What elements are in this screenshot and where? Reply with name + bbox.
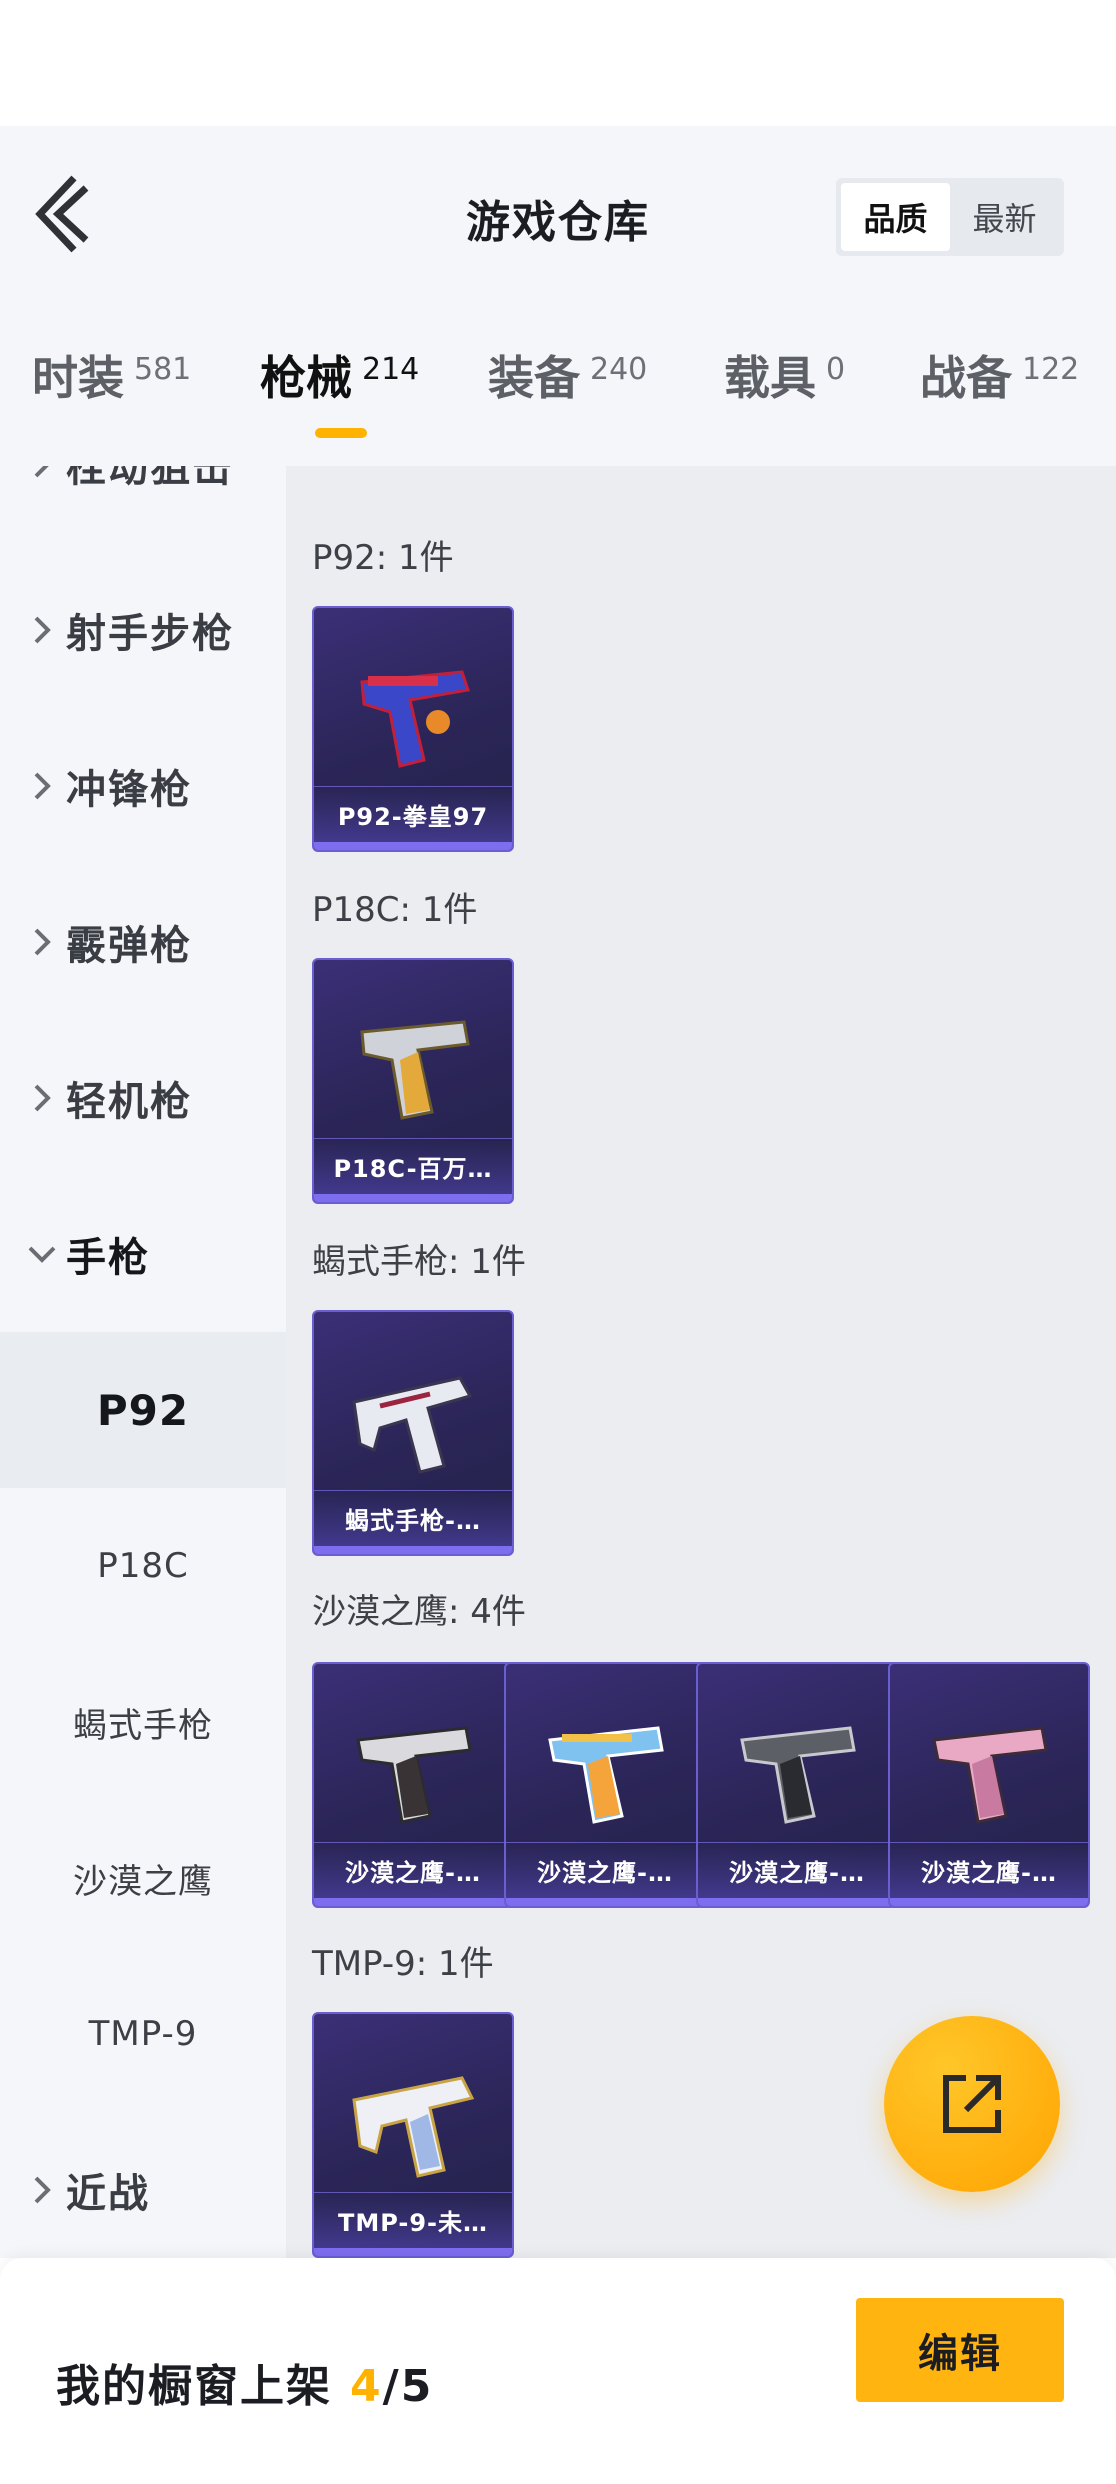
rarity-bar — [698, 1898, 896, 1906]
rarity-bar — [506, 1898, 704, 1906]
sidebar-subitem-scorpion[interactable]: 蝎式手枪 — [0, 1644, 286, 1800]
rarity-bar — [314, 842, 512, 850]
card-row: TMP-9-未… — [312, 2012, 514, 2258]
weapon-card-name: TMP-9-未… — [314, 2192, 512, 2248]
sidebar-category-pistol[interactable]: 手枪 — [0, 1176, 286, 1332]
chevron-down-icon — [22, 1234, 66, 1274]
chevron-right-icon — [22, 922, 66, 962]
sidebar-category-label: 射手步枪 — [66, 611, 234, 657]
sidebar-category-melee[interactable]: 近战 — [0, 2112, 286, 2258]
rarity-bar — [314, 1194, 512, 1202]
chevron-right-icon — [22, 766, 66, 806]
chevron-right-icon — [22, 2170, 66, 2210]
group-title-p92: P92: 1件 — [312, 538, 454, 578]
tab-label: 载具 — [724, 351, 816, 405]
tab-vehicles[interactable]: 载具 0 — [724, 340, 845, 450]
tab-supplies[interactable]: 战备 122 — [920, 340, 1079, 450]
weapon-card[interactable]: 蝎式手枪-… — [312, 1310, 514, 1556]
sidebar-subitem-desert-eagle[interactable]: 沙漠之鹰 — [0, 1800, 286, 1956]
sidebar-category-label: 轻机枪 — [66, 1079, 192, 1125]
chevron-right-icon — [22, 610, 66, 650]
group-title-desert-eagle: 沙漠之鹰: 4件 — [312, 1592, 526, 1632]
tab-label: 装备 — [488, 351, 580, 405]
card-row: 蝎式手枪-… — [312, 1310, 514, 1556]
weapon-card[interactable]: 沙漠之鹰-… — [888, 1662, 1090, 1908]
sidebar-category-marksman[interactable]: 射手步枪 — [0, 552, 286, 708]
sidebar-category-label: 栓动狙击 — [66, 466, 234, 491]
tab-count: 214 — [362, 352, 420, 387]
showcase-status: 我的橱窗上架 4/5 — [56, 2350, 433, 2414]
showcase-total-count: /5 — [382, 2361, 434, 2412]
share-external-icon — [943, 2075, 1001, 2133]
sidebar-category-shotgun[interactable]: 霰弹枪 — [0, 864, 286, 1020]
tab-count: 240 — [590, 352, 648, 387]
sidebar-category-lmg[interactable]: 轻机枪 — [0, 1020, 286, 1176]
rarity-bar — [314, 1546, 512, 1554]
sidebar-category-label: 手枪 — [66, 1235, 150, 1281]
showcase-current-count: 4 — [350, 2361, 383, 2412]
category-tabs: 时装 581 枪械 214 装备 240 载具 0 战备 122 — [0, 340, 1116, 450]
item-content-area: P92: 1件 P92-拳皇97 P18C: 1件 P18C-百万… 蝎式手枪:… — [286, 466, 1116, 2258]
weapon-card[interactable]: P18C-百万… — [312, 958, 514, 1204]
pistol-icon — [360, 670, 470, 768]
showcase-footer: 我的橱窗上架 4/5 编辑 — [0, 2258, 1116, 2484]
tab-label: 战备 — [920, 351, 1012, 405]
tab-count: 581 — [134, 352, 192, 387]
group-title-tmp9: TMP-9: 1件 — [312, 1944, 494, 1984]
sidebar-subitem-tmp9[interactable]: TMP-9 — [0, 1956, 286, 2112]
tab-equipment[interactable]: 装备 240 — [488, 340, 647, 450]
pistol-icon — [932, 1726, 1048, 1824]
weapon-card-name: P18C-百万… — [314, 1138, 512, 1194]
weapon-card-name: 沙漠之鹰-… — [698, 1842, 896, 1898]
sidebar-category-bolt-sniper[interactable]: 栓动狙击 — [0, 466, 286, 542]
weapon-card-name: 沙漠之鹰-… — [314, 1842, 512, 1898]
chevron-right-icon — [22, 466, 66, 484]
weapon-card[interactable]: 沙漠之鹰-… — [696, 1662, 898, 1908]
tab-label: 时装 — [32, 351, 124, 405]
weapon-card-name: 沙漠之鹰-… — [506, 1842, 704, 1898]
status-bar-area — [0, 0, 1116, 126]
weapon-card[interactable]: P92-拳皇97 — [312, 606, 514, 852]
pistol-icon — [356, 1726, 472, 1824]
rarity-bar — [314, 1898, 512, 1906]
weapon-card[interactable]: 沙漠之鹰-… — [312, 1662, 514, 1908]
sidebar-category-label: 霰弹枪 — [66, 923, 192, 969]
sidebar: 栓动狙击 射手步枪 冲锋枪 霰弹枪 轻机枪 手枪 P92 P18C 蝎式手枪 沙… — [0, 466, 286, 2258]
tab-count: 0 — [826, 352, 846, 387]
rarity-bar — [890, 1898, 1088, 1906]
weapon-card[interactable]: TMP-9-未… — [312, 2012, 514, 2258]
sidebar-category-label: 近战 — [66, 2171, 150, 2217]
share-button[interactable] — [884, 2016, 1060, 2192]
pistol-icon — [740, 1726, 856, 1824]
weapon-card-name: P92-拳皇97 — [314, 786, 512, 842]
rarity-bar — [314, 2248, 512, 2256]
smg-pistol-icon — [352, 2076, 475, 2178]
weapon-card-name: 沙漠之鹰-… — [890, 1842, 1088, 1898]
card-row: P18C-百万… — [312, 958, 514, 1204]
pistol-icon — [548, 1726, 664, 1824]
tab-fashion[interactable]: 时装 581 — [32, 340, 191, 450]
sort-option-quality[interactable]: 品质 — [841, 183, 950, 251]
active-tab-indicator — [315, 428, 367, 438]
card-row: 沙漠之鹰-… 沙漠之鹰-… 沙漠之鹰-… 沙漠之鹰-… — [312, 1662, 1090, 1908]
pistol-icon — [360, 1020, 470, 1120]
sort-option-newest[interactable]: 最新 — [950, 183, 1059, 251]
chevron-right-icon — [22, 1078, 66, 1118]
sidebar-category-smg[interactable]: 冲锋枪 — [0, 708, 286, 864]
showcase-label: 我的橱窗上架 — [56, 2361, 332, 2412]
smg-pistol-icon — [352, 1376, 473, 1474]
sort-toggle: 品质 最新 — [836, 178, 1064, 256]
tab-count: 122 — [1022, 352, 1080, 387]
sidebar-category-label: 冲锋枪 — [66, 767, 192, 813]
group-title-scorpion: 蝎式手枪: 1件 — [312, 1242, 526, 1282]
weapon-card[interactable]: 沙漠之鹰-… — [504, 1662, 706, 1908]
sidebar-subitem-p18c[interactable]: P18C — [0, 1488, 286, 1644]
card-row: P92-拳皇97 — [312, 606, 514, 852]
tab-label: 枪械 — [260, 351, 352, 405]
weapon-card-name: 蝎式手枪-… — [314, 1490, 512, 1546]
sidebar-subitem-p92[interactable]: P92 — [0, 1332, 286, 1488]
group-title-p18c: P18C: 1件 — [312, 890, 478, 930]
edit-button[interactable]: 编辑 — [856, 2298, 1064, 2402]
